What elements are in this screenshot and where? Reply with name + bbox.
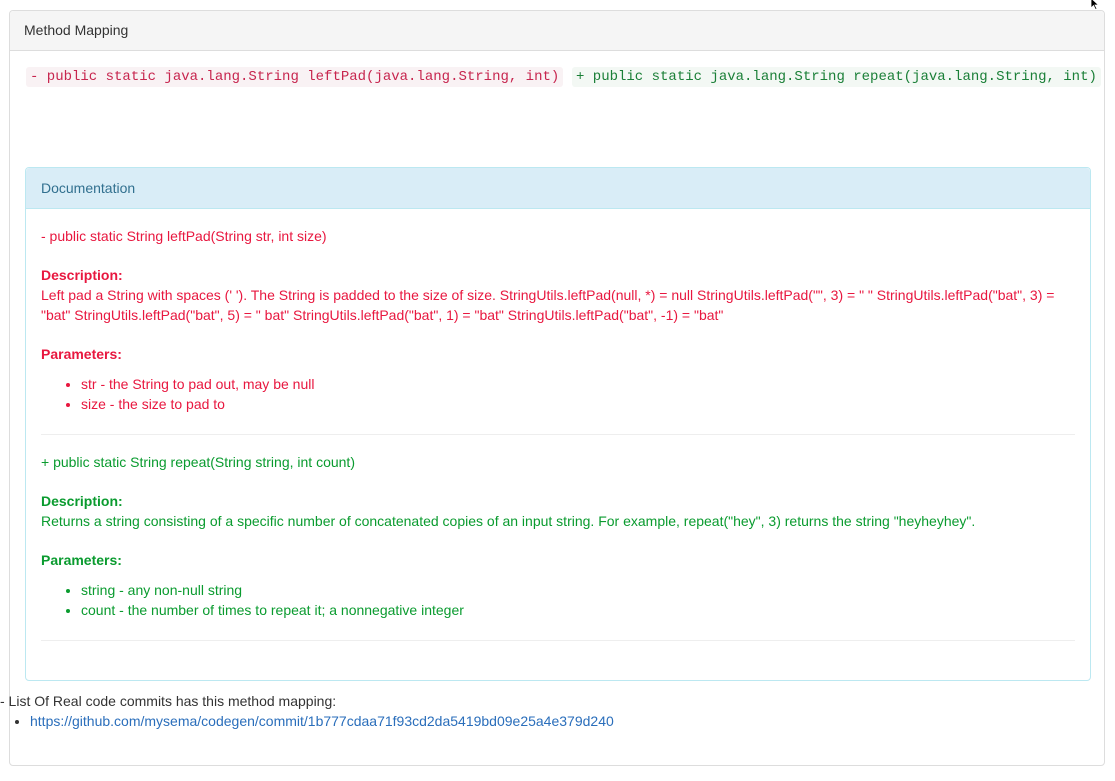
added-method-signature: + public static java.lang.String repeat(… — [572, 67, 1101, 87]
new-description-text: Returns a string consisting of a specifi… — [41, 513, 976, 529]
documentation-body: - public static String leftPad(String st… — [26, 226, 1090, 641]
commits-section: - List Of Real code commits has this met… — [0, 691, 614, 731]
old-parameters-label: Parameters: — [41, 346, 122, 362]
parameter-item: size - the size to pad to — [81, 394, 1075, 414]
documentation-title: Documentation — [26, 168, 1090, 209]
method-mapping-panel: Method Mapping - public static java.lang… — [9, 10, 1105, 766]
divider — [41, 640, 1075, 641]
commit-links-list: https://github.com/mysema/codegen/commit… — [0, 711, 614, 731]
signature-row: - public static java.lang.String leftPad… — [10, 67, 1104, 89]
commit-link[interactable]: https://github.com/mysema/codegen/commit… — [30, 713, 614, 729]
old-method-doc: - public static String leftPad(String st… — [41, 226, 1075, 414]
parameter-item: str - the String to pad out, may be null — [81, 374, 1075, 394]
old-method-signature: - public static String leftPad(String st… — [41, 228, 327, 244]
old-description-label: Description: — [41, 267, 123, 283]
new-description-label: Description: — [41, 493, 123, 509]
new-method-signature: + public static String repeat(String str… — [41, 454, 355, 470]
old-parameters-list: str - the String to pad out, may be null… — [41, 374, 1075, 414]
removed-method-signature: - public static java.lang.String leftPad… — [26, 67, 564, 87]
divider — [41, 434, 1075, 435]
new-parameters-label: Parameters: — [41, 552, 122, 568]
mouse-pointer-icon — [1090, 0, 1100, 10]
commits-label: - List Of Real code commits has this met… — [0, 693, 337, 709]
documentation-panel: Documentation - public static String lef… — [25, 167, 1091, 681]
new-method-doc: + public static String repeat(String str… — [41, 452, 1075, 620]
commit-list-item: https://github.com/mysema/codegen/commit… — [30, 711, 614, 731]
parameter-item: string - any non-null string — [81, 580, 1075, 600]
parameter-item: count - the number of times to repeat it… — [81, 600, 1075, 620]
panel-title: Method Mapping — [10, 11, 1104, 51]
old-description-text: Left pad a String with spaces (' '). The… — [41, 287, 1055, 323]
new-parameters-list: string - any non-null string count - the… — [41, 580, 1075, 620]
